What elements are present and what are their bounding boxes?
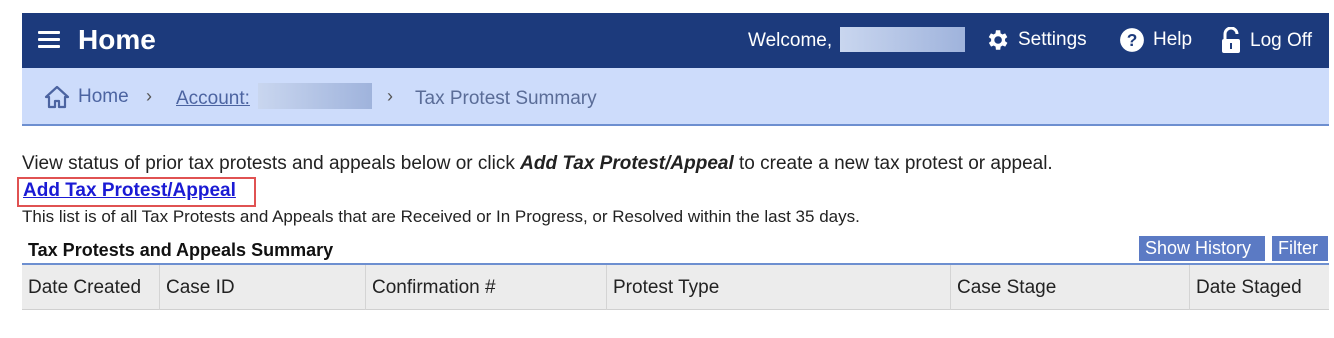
home-icon <box>44 85 70 109</box>
gear-icon <box>988 30 1008 50</box>
column-header-case-id[interactable]: Case ID <box>160 265 366 310</box>
intro-text: View status of prior tax protests and ap… <box>22 153 1053 175</box>
intro-emphasis: Add Tax Protest/Appeal <box>520 153 734 174</box>
redacted-account-number <box>258 83 372 109</box>
page-title: Home <box>78 24 156 55</box>
lock-icon <box>1222 27 1240 53</box>
intro-prefix: View status of prior tax protests and ap… <box>22 153 521 174</box>
column-header-date-created[interactable]: Date Created <box>22 265 160 310</box>
breadcrumb-home[interactable]: Home <box>44 85 129 109</box>
breadcrumb-separator: › <box>387 86 393 106</box>
settings-button[interactable]: Settings <box>984 27 1087 53</box>
breadcrumb-current: Tax Protest Summary <box>415 88 597 109</box>
breadcrumb-home-label: Home <box>78 86 129 107</box>
add-tax-protest-link[interactable]: Add Tax Protest/Appeal <box>23 180 236 202</box>
top-navigation-bar: Home Welcome, Settings ? Help Log Off <box>22 13 1329 68</box>
column-header-protest-type[interactable]: Protest Type <box>607 265 951 310</box>
filter-button[interactable]: Filter <box>1272 236 1328 261</box>
help-button[interactable]: ? Help <box>1119 27 1192 53</box>
breadcrumb-account[interactable]: Account: <box>176 88 250 110</box>
show-history-button[interactable]: Show History <box>1139 236 1265 261</box>
log-off-label: Log Off <box>1250 30 1312 51</box>
column-header-date-staged[interactable]: Date Staged <box>1190 265 1329 310</box>
breadcrumb-separator: › <box>146 86 152 106</box>
intro-suffix: to create a new tax protest or appeal. <box>733 153 1053 174</box>
redacted-username <box>840 27 965 52</box>
help-label: Help <box>1153 29 1193 50</box>
welcome-text: Welcome, <box>748 30 833 51</box>
settings-label: Settings <box>1018 29 1087 50</box>
menu-icon[interactable] <box>38 31 60 49</box>
help-icon: ? <box>1120 28 1144 52</box>
breadcrumb: Home › Account: › Tax Protest Summary <box>22 68 1329 126</box>
summary-title: Tax Protests and Appeals Summary <box>28 240 334 260</box>
column-header-confirmation[interactable]: Confirmation # <box>366 265 607 310</box>
svg-text:?: ? <box>1127 30 1138 50</box>
column-header-case-stage[interactable]: Case Stage <box>951 265 1190 310</box>
table-header-row: Date Created Case ID Confirmation # Prot… <box>22 265 1329 310</box>
log-off-button[interactable]: Log Off <box>1220 27 1312 55</box>
list-description: This list is of all Tax Protests and App… <box>22 207 860 226</box>
